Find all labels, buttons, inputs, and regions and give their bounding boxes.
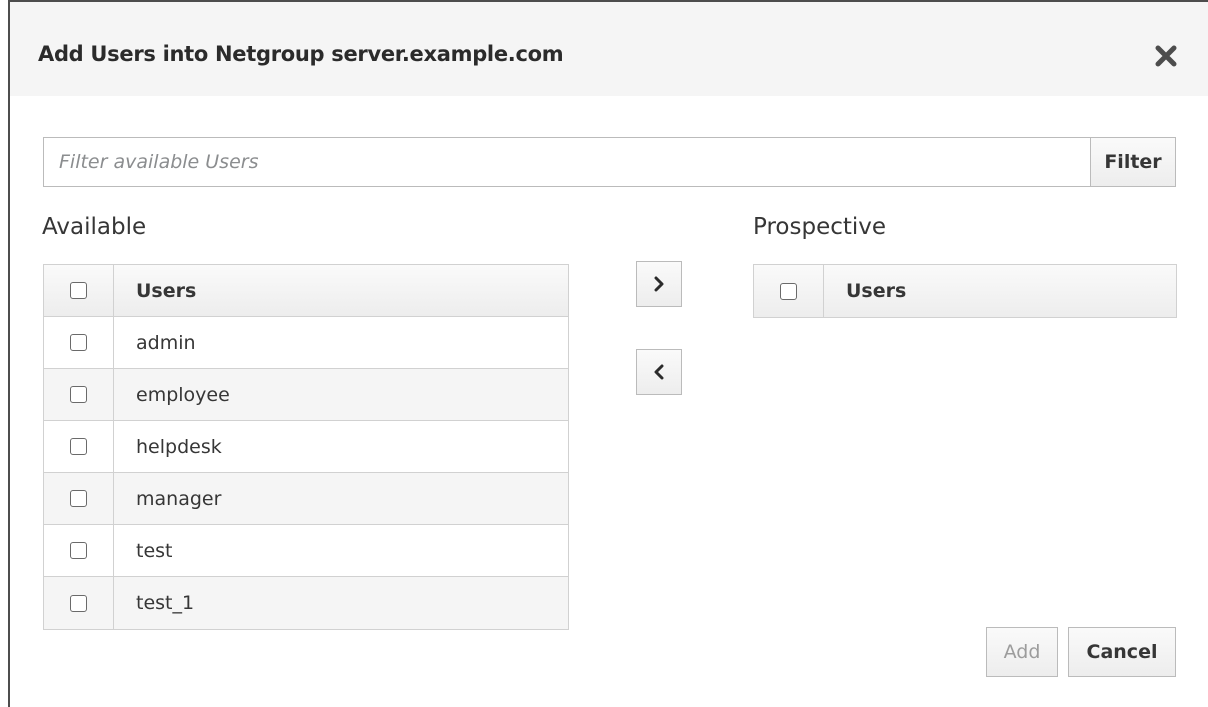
- prospective-label: Prospective: [753, 214, 887, 240]
- user-name-cell: employee: [136, 383, 230, 406]
- chevron-right-icon: [654, 276, 664, 292]
- column-header-users: Users: [136, 279, 197, 302]
- table-row: test_1: [44, 577, 568, 629]
- prospective-users-table: Users: [753, 264, 1177, 318]
- filter-button[interactable]: Filter: [1090, 137, 1176, 187]
- table-header-row: Users: [44, 265, 568, 317]
- chevron-left-icon: [654, 364, 664, 380]
- filter-input[interactable]: [43, 137, 1090, 187]
- user-name-cell: test: [136, 539, 173, 562]
- table-row: admin: [44, 317, 568, 369]
- select-all-available-checkbox[interactable]: [70, 282, 87, 299]
- move-to-prospective-button[interactable]: [636, 261, 682, 307]
- user-name-cell: helpdesk: [136, 435, 222, 458]
- table-row: test: [44, 525, 568, 577]
- available-label: Available: [42, 214, 147, 240]
- table-row: manager: [44, 473, 568, 525]
- add-button[interactable]: Add: [986, 627, 1058, 677]
- cancel-button[interactable]: Cancel: [1068, 627, 1176, 677]
- user-name-cell: manager: [136, 487, 222, 510]
- add-users-dialog: Add Users into Netgroup server.example.c…: [8, 0, 1208, 707]
- select-all-prospective-checkbox[interactable]: [780, 282, 797, 300]
- user-name-cell: test_1: [136, 592, 195, 614]
- table-row: employee: [44, 369, 568, 421]
- column-header-users: Users: [846, 280, 907, 302]
- close-icon[interactable]: [1154, 44, 1178, 68]
- dialog-header: Add Users into Netgroup server.example.c…: [10, 2, 1208, 96]
- dialog-title: Add Users into Netgroup server.example.c…: [38, 42, 564, 66]
- row-checkbox[interactable]: [70, 438, 87, 455]
- table-row: helpdesk: [44, 421, 568, 473]
- available-users-table: Users admin employee helpdesk manager test te…: [43, 264, 569, 630]
- move-to-available-button[interactable]: [636, 349, 682, 395]
- row-checkbox[interactable]: [70, 334, 87, 351]
- row-checkbox[interactable]: [70, 490, 87, 507]
- user-name-cell: admin: [136, 331, 196, 354]
- row-checkbox[interactable]: [70, 542, 87, 559]
- filter-row: Filter: [43, 137, 1176, 187]
- row-checkbox[interactable]: [70, 594, 87, 612]
- table-header-row: Users: [754, 265, 1176, 317]
- row-checkbox[interactable]: [70, 386, 87, 403]
